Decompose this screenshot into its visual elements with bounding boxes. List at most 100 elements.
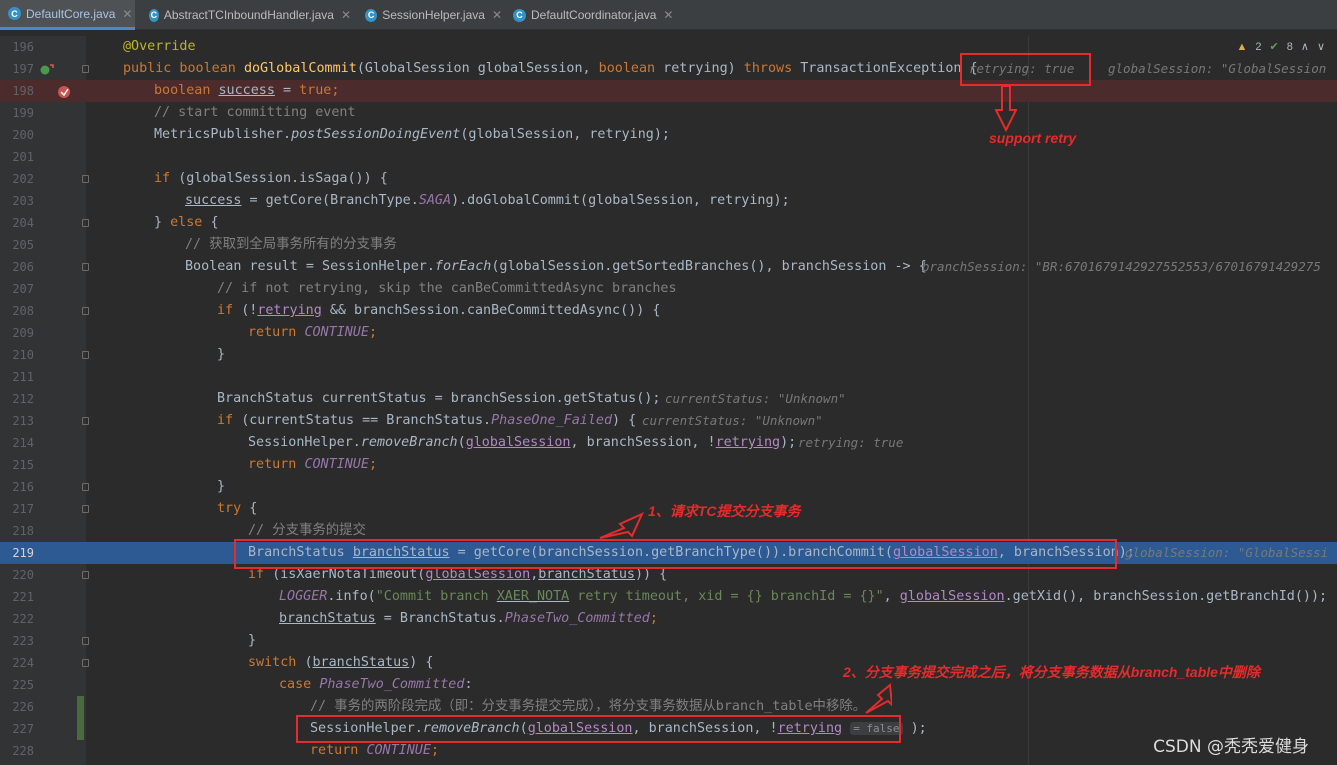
code-line[interactable]: 216} bbox=[0, 476, 1337, 498]
close-icon[interactable]: ✕ bbox=[122, 7, 132, 21]
fold-icon[interactable] bbox=[82, 505, 89, 513]
fold-icon[interactable] bbox=[82, 307, 89, 315]
code-line[interactable]: 215 return CONTINUE; bbox=[0, 454, 1337, 476]
code-line[interactable]: 198 boolean success = true; bbox=[0, 80, 1337, 102]
code-token: } bbox=[248, 633, 257, 648]
code-token: } bbox=[217, 479, 226, 494]
code-token: // start committing event bbox=[154, 105, 356, 120]
fold-icon[interactable] bbox=[82, 483, 89, 491]
code-token: @Override bbox=[123, 39, 196, 54]
code-token: LOGGER bbox=[279, 589, 328, 604]
code-token: ; bbox=[649, 611, 658, 626]
code-token: MetricsPublisher. bbox=[154, 127, 292, 142]
line-number: 203 bbox=[12, 194, 34, 208]
code-token: } bbox=[217, 347, 226, 362]
code-text: return CONTINUE; bbox=[310, 740, 439, 762]
code-line[interactable]: 213 if (currentStatus == BranchStatus.Pha… bbox=[0, 410, 1337, 432]
line-number: 219 bbox=[12, 546, 34, 560]
tab-defaultcoordinator[interactable]: C DefaultCoordinator.java ✕ bbox=[505, 0, 680, 30]
code-text: if (globalSession.isSaga()) { bbox=[154, 168, 388, 190]
code-token: if bbox=[217, 303, 242, 318]
editor-tab-bar: C DefaultCore.java ✕ C AbstractTCInbound… bbox=[0, 0, 1337, 30]
code-token: // 获取到全局事务所有的分支事务 bbox=[185, 237, 397, 252]
code-token: CONTINUE bbox=[304, 457, 369, 472]
override-icon[interactable] bbox=[39, 62, 57, 78]
code-token: ); bbox=[780, 435, 797, 450]
code-line[interactable]: 196 @Override bbox=[0, 36, 1337, 58]
code-token: else bbox=[170, 215, 211, 230]
code-line[interactable]: 214 SessionHelper.removeBranch(globalSess… bbox=[0, 432, 1337, 454]
line-number: 222 bbox=[12, 612, 34, 626]
code-text: if (currentStatus == BranchStatus.PhaseO… bbox=[217, 410, 636, 432]
code-token: ( bbox=[457, 435, 466, 450]
code-line[interactable]: 201 bbox=[0, 146, 1337, 168]
fold-icon[interactable] bbox=[82, 175, 89, 183]
code-line[interactable]: 221 LOGGER.info("Commit branch XAER_NOTA … bbox=[0, 586, 1337, 608]
code-token: (globalSession.isSaga()) { bbox=[178, 171, 388, 186]
code-line[interactable]: 199 // start committing event bbox=[0, 102, 1337, 124]
code-line[interactable]: 205 // 获取到全局事务所有的分支事务 bbox=[0, 234, 1337, 256]
code-line[interactable]: 228 return CONTINUE; bbox=[0, 740, 1337, 762]
code-line[interactable]: 204} else { bbox=[0, 212, 1337, 234]
line-number: 201 bbox=[12, 150, 34, 164]
fold-icon[interactable] bbox=[82, 219, 89, 227]
code-text: @Override bbox=[123, 36, 196, 58]
fold-icon[interactable] bbox=[82, 417, 89, 425]
code-editor[interactable]: 196 @Override 197 public boolean doGlobalCo… bbox=[0, 36, 1337, 765]
code-line[interactable]: 207 // if not retrying, skip the canBeCom… bbox=[0, 278, 1337, 300]
fold-icon[interactable] bbox=[82, 263, 89, 271]
code-token: , bbox=[883, 589, 900, 604]
arrow-icon bbox=[865, 683, 892, 714]
code-token: CONTINUE bbox=[366, 743, 431, 758]
code-token: ); bbox=[902, 721, 927, 736]
code-token: (globalSession.getSortedBranches(), bran… bbox=[491, 259, 927, 274]
code-line[interactable]: 197 public boolean doGlobalCommit(GlobalS… bbox=[0, 58, 1337, 80]
close-icon[interactable]: ✕ bbox=[663, 8, 673, 22]
code-line[interactable]: 212 BranchStatus currentStatus = branchSe… bbox=[0, 388, 1337, 410]
code-line[interactable]: 208 if (!retrying && branchSession.canBeC… bbox=[0, 300, 1337, 322]
code-token: retrying) bbox=[663, 61, 744, 76]
code-token: { bbox=[210, 215, 219, 230]
code-token: throws bbox=[743, 61, 801, 76]
breakpoint-icon[interactable] bbox=[57, 84, 73, 100]
code-token: public boolean bbox=[123, 61, 244, 76]
line-number: 217 bbox=[12, 502, 34, 516]
line-number: 225 bbox=[12, 678, 34, 692]
code-line[interactable]: 209 return CONTINUE; bbox=[0, 322, 1337, 344]
code-token: (GlobalSession globalSession, bbox=[356, 61, 599, 76]
fold-icon[interactable] bbox=[82, 351, 89, 359]
code-token: retry timeout, xid = {} branchId = {}" bbox=[569, 589, 884, 604]
tab-sessionhelper[interactable]: C SessionHelper.java ✕ bbox=[357, 0, 502, 30]
java-class-icon: C bbox=[8, 7, 21, 20]
code-text: LOGGER.info("Commit branch XAER_NOTA ret… bbox=[279, 586, 1327, 608]
close-icon[interactable]: ✕ bbox=[341, 8, 351, 22]
fold-icon[interactable] bbox=[82, 637, 89, 645]
code-line[interactable]: 200 MetricsPublisher.postSessionDoingEven… bbox=[0, 124, 1337, 146]
code-token: globalSession bbox=[899, 589, 1005, 604]
code-line[interactable]: 206 Boolean result = SessionHelper.forEac… bbox=[0, 256, 1337, 278]
code-token: try bbox=[217, 501, 250, 516]
step1-note: 1、请求TC提交分支事务 bbox=[648, 503, 801, 519]
tab-abstracttcinboundhandler[interactable]: C AbstractTCInboundHandler.java ✕ bbox=[141, 0, 351, 30]
code-line[interactable]: 222 branchStatus = BranchStatus.PhaseTwo_… bbox=[0, 608, 1337, 630]
code-token: } bbox=[154, 215, 171, 230]
code-line[interactable]: 202 if (globalSession.isSaga()) { bbox=[0, 168, 1337, 190]
code-token: doGlobalCommit bbox=[243, 61, 357, 76]
fold-icon[interactable] bbox=[82, 65, 89, 73]
code-token: return bbox=[310, 743, 367, 758]
code-text: Boolean result = SessionHelper.forEach(g… bbox=[185, 256, 927, 278]
tab-defaultcore[interactable]: C DefaultCore.java ✕ bbox=[0, 0, 135, 30]
fold-icon[interactable] bbox=[82, 571, 89, 579]
code-line[interactable]: 211 bbox=[0, 366, 1337, 388]
line-number: 200 bbox=[12, 128, 34, 142]
code-line[interactable]: 223} bbox=[0, 630, 1337, 652]
line-number: 218 bbox=[12, 524, 34, 538]
code-line[interactable]: 203 success = getCore(BranchType.SAGA).do… bbox=[0, 190, 1337, 212]
code-token: = bbox=[274, 83, 300, 98]
code-token: // if not retrying, skip the canBeCommit… bbox=[217, 281, 677, 296]
close-icon[interactable]: ✕ bbox=[492, 8, 502, 22]
code-text: // 获取到全局事务所有的分支事务 bbox=[185, 234, 397, 256]
fold-icon[interactable] bbox=[82, 659, 89, 667]
code-line[interactable]: 210} bbox=[0, 344, 1337, 366]
tab-label: DefaultCore.java bbox=[26, 6, 116, 21]
